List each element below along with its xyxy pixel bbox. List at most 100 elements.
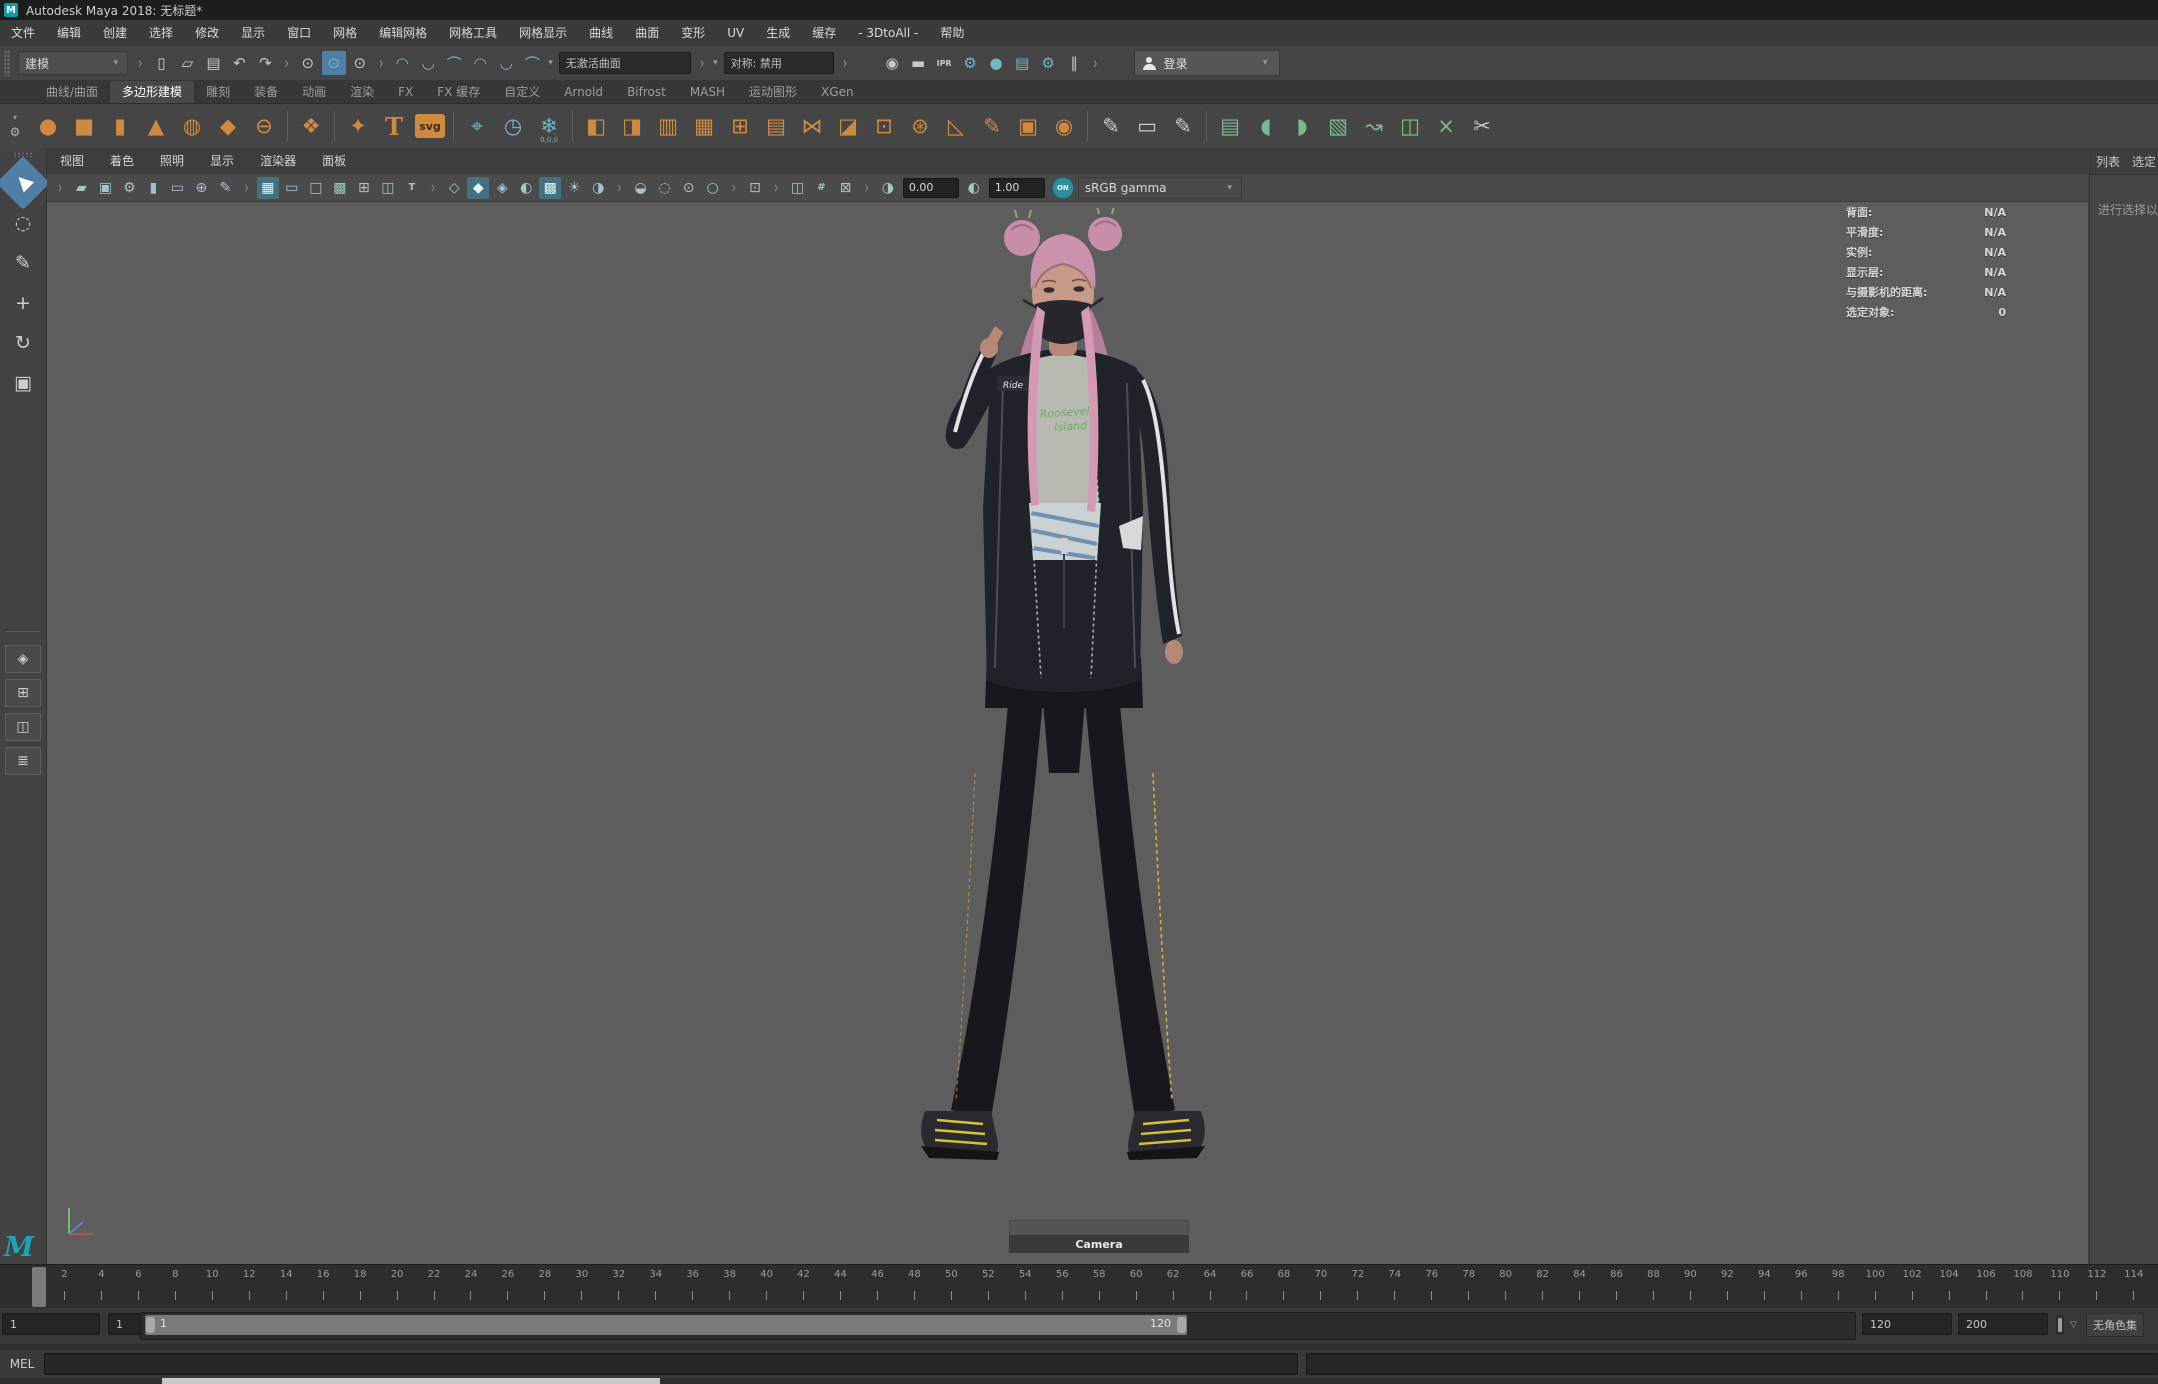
playback-end-field[interactable]: 120 xyxy=(1862,1313,1952,1335)
shelf-tab-雕刻[interactable]: 雕刻 xyxy=(194,81,242,103)
section-collapse-arrow[interactable]: › xyxy=(1093,53,1097,74)
redo-icon[interactable]: ↷ xyxy=(253,51,277,75)
automatic-mapping-icon[interactable]: ▧ xyxy=(1320,107,1356,145)
occlusion-icon[interactable]: ◒ xyxy=(630,177,652,199)
shelf-tab-曲线/曲面[interactable]: 曲线/曲面 xyxy=(34,81,110,103)
film-gate-icon[interactable]: ▭ xyxy=(281,177,303,199)
select-hierarchy-icon[interactable]: ⊙ xyxy=(296,51,320,75)
paint-select-tool[interactable]: ✎ xyxy=(4,244,42,282)
resolution-gate-icon[interactable]: □ xyxy=(305,177,327,199)
shelf-tab-XGen[interactable]: XGen xyxy=(809,81,866,103)
menu-item-UV[interactable]: UV xyxy=(716,20,755,46)
scale-tool[interactable]: ▣ xyxy=(4,364,42,402)
poly-sphere-icon[interactable]: ● xyxy=(30,107,66,145)
menu-item-网格[interactable]: 网格 xyxy=(322,20,368,46)
circularize-icon[interactable]: ⊛ xyxy=(902,107,938,145)
turntable-light-icon[interactable]: ⌖ xyxy=(459,107,495,145)
append-to-polygon-icon[interactable]: ⊞ xyxy=(722,107,758,145)
shelf-tab-装备[interactable]: 装备 xyxy=(242,81,290,103)
move-tool[interactable]: + xyxy=(4,284,42,322)
current-time-indicator[interactable] xyxy=(32,1267,46,1307)
shelf-tab-arrow-icon[interactable]: ▾ xyxy=(13,113,17,122)
single-pane-layout-button[interactable]: ◈ xyxy=(5,645,41,673)
shelf-gear-icon[interactable]: ⚙ xyxy=(10,125,21,139)
extrude-icon[interactable]: ▤ xyxy=(758,107,794,145)
camera-attributes-icon[interactable]: ⚙ xyxy=(118,177,140,199)
section-collapse-arrow[interactable]: › xyxy=(617,178,621,198)
render-settings-icon[interactable]: ⚙ xyxy=(958,51,982,75)
menu-set-selector[interactable]: 建模 ▾ xyxy=(18,51,128,75)
make-live-icon[interactable]: ⌒ xyxy=(520,51,544,75)
safe-title-icon[interactable]: T xyxy=(401,177,423,199)
motion-blur-icon[interactable]: ◌ xyxy=(654,177,676,199)
planar-mapping-icon[interactable]: ▤ xyxy=(1212,107,1248,145)
shelf-tab-多边形建模[interactable]: 多边形建模 xyxy=(110,81,195,103)
smooth-shade-icon[interactable]: ◆ xyxy=(467,176,490,199)
lock-camera-icon[interactable]: ▣ xyxy=(94,177,116,199)
poly-plane-icon[interactable]: ◆ xyxy=(210,107,246,145)
shelf-tab-MASH[interactable]: MASH xyxy=(678,81,737,103)
panel-menu-显示[interactable]: 显示 xyxy=(197,148,247,174)
outliner-layout-button[interactable]: ≣ xyxy=(5,747,41,775)
two-pane-layout-button[interactable]: ◫ xyxy=(5,713,41,741)
cylindrical-mapping-icon[interactable]: ◖ xyxy=(1248,107,1284,145)
use-default-material-icon[interactable]: ▩ xyxy=(539,176,562,199)
anti-alias-icon[interactable]: ⊙ xyxy=(678,177,700,199)
shelf-tab-Arnold[interactable]: Arnold xyxy=(552,81,615,103)
animation-start-field[interactable]: 1 xyxy=(2,1313,100,1335)
section-collapse-arrow[interactable]: › xyxy=(864,178,868,198)
set-keyframe-time-icon[interactable]: ◷ xyxy=(495,107,531,145)
depth-of-field-icon[interactable]: ○ xyxy=(702,177,724,199)
section-collapse-arrow[interactable]: › xyxy=(244,178,248,198)
textured-icon[interactable]: ◐ xyxy=(515,177,537,199)
super-shape-icon[interactable]: ✦ xyxy=(340,107,376,145)
xray-active-icon[interactable]: ⊠ xyxy=(834,177,856,199)
wireframe-on-shaded-icon[interactable]: ◈ xyxy=(491,177,513,199)
dropdown-arrow-icon[interactable]: ▾ xyxy=(713,58,718,68)
select-tool[interactable]: ▶ xyxy=(0,156,50,210)
character-set-dropdown-arrow[interactable]: ▽ xyxy=(2070,1320,2077,1330)
section-collapse-arrow[interactable]: › xyxy=(379,53,383,74)
panel-menu-面板[interactable]: 面板 xyxy=(309,148,359,174)
four-pane-layout-button[interactable]: ⊞ xyxy=(5,679,41,707)
new-scene-icon[interactable]: ▯ xyxy=(149,51,173,75)
menu-item-曲面[interactable]: 曲面 xyxy=(624,20,670,46)
menu-item-变形[interactable]: 变形 xyxy=(670,20,716,46)
open-render-view-icon[interactable]: ◉ xyxy=(880,51,904,75)
shadows-icon[interactable]: ◑ xyxy=(587,177,609,199)
color-management-toggle[interactable]: ON xyxy=(1051,176,1074,199)
menu-item-网格工具[interactable]: 网格工具 xyxy=(438,20,508,46)
view-transform-selector[interactable]: sRGB gamma ▾ xyxy=(1077,176,1242,199)
wireframe-icon[interactable]: ◇ xyxy=(443,177,465,199)
menu-item-缓存[interactable]: 缓存 xyxy=(801,20,847,46)
bookmark-icon[interactable]: ▮ xyxy=(142,177,164,199)
character-set-selector[interactable]: 无角色集 xyxy=(2086,1313,2144,1337)
menu-item-文件[interactable]: 文件 xyxy=(0,20,46,46)
select-component-icon[interactable]: ⊙ xyxy=(348,51,372,75)
snap-to-projected-center-icon[interactable]: ◠ xyxy=(468,51,492,75)
lighting-icon[interactable]: ☀ xyxy=(563,177,585,199)
isolate-select-icon[interactable]: ⊡ xyxy=(744,177,766,199)
menu-item-曲线[interactable]: 曲线 xyxy=(578,20,624,46)
menu-item-显示[interactable]: 显示 xyxy=(230,20,276,46)
render-shading-icon[interactable]: ● xyxy=(984,51,1008,75)
menu-item-选择[interactable]: 选择 xyxy=(138,20,184,46)
snap-to-curve-icon[interactable]: ◡ xyxy=(416,51,440,75)
select-camera-icon[interactable]: ▰ xyxy=(70,177,92,199)
bevel-icon[interactable]: ◪ xyxy=(830,107,866,145)
command-line-input[interactable] xyxy=(44,1353,1298,1375)
snap-to-point-icon[interactable]: ⌒ xyxy=(442,51,466,75)
pan-zoom-icon[interactable]: ⊕ xyxy=(190,177,212,199)
shelf-tab-Bifrost[interactable]: Bifrost xyxy=(615,81,678,103)
smooth-mesh-icon[interactable]: ◉ xyxy=(1046,107,1082,145)
sign-in-button[interactable]: 登录 ▾ xyxy=(1133,50,1280,76)
snap-to-grid-icon[interactable]: ◠ xyxy=(390,51,414,75)
menu-item-编辑网格[interactable]: 编辑网格 xyxy=(368,20,438,46)
menu-item-生成[interactable]: 生成 xyxy=(755,20,801,46)
command-line-language-label[interactable]: MEL xyxy=(0,1357,44,1371)
bridge-icon[interactable]: ⋈ xyxy=(794,107,830,145)
grid-icon[interactable]: ▦ xyxy=(256,176,279,199)
edit-points-icon[interactable]: ▭ xyxy=(1129,107,1165,145)
combine-icon[interactable]: ◧ xyxy=(578,107,614,145)
poly-disc-icon[interactable]: ⊖ xyxy=(246,107,282,145)
